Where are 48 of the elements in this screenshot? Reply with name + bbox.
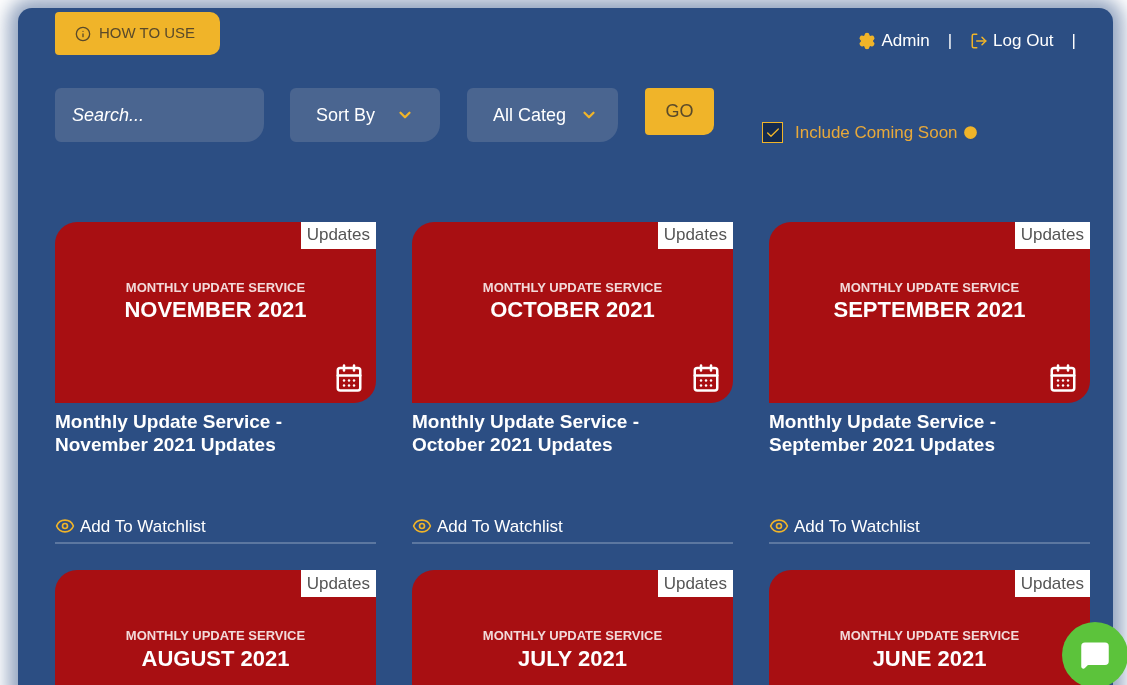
category-tag: Updates (1014, 221, 1090, 249)
banner-title: NOVEMBER 2021 (124, 297, 307, 323)
category-tag: Updates (1014, 570, 1090, 597)
thumbnail[interactable]: Updates MONTHLY UPDATE SERVICE NOVEMBER 2021 (55, 221, 376, 403)
go-button[interactable]: GO (645, 88, 714, 135)
category-tag: Updates (657, 570, 733, 597)
separator: | (1071, 30, 1076, 52)
banner-subtitle: MONTHLY UPDATE SERVICE (839, 278, 1020, 297)
banner-subtitle: MONTHLY UPDATE SERVICE (125, 278, 306, 297)
banner-subtitle: MONTHLY UPDATE SERVICE (125, 627, 306, 645)
settings-icon (858, 31, 877, 50)
watchlist-link[interactable]: Add To Watchlist (412, 513, 733, 544)
card-title[interactable]: Monthly Update Service - October 2021 Updates (412, 409, 733, 514)
category-dropdown[interactable]: All Categ (467, 88, 618, 142)
banner-title: SEPTEMBER 2021 (833, 297, 1026, 323)
thumbnail[interactable]: Updates MONTHLY UPDATE SERVICE SEPTEMBER 2021 (769, 221, 1090, 403)
card-title[interactable]: Monthly Update Service - November 2021 Updates (55, 409, 376, 514)
watchlist-link[interactable]: Add To Watchlist (769, 513, 1090, 544)
thumbnail[interactable]: Updates MONTHLY UPDATE SERVICE OCTOBER 2021 (412, 221, 733, 403)
banner-subtitle: MONTHLY UPDATE SERVICE (839, 627, 1020, 645)
search-field[interactable]: Search... (55, 88, 264, 142)
card-title[interactable]: Monthly Update Service - September 2021 Updates (769, 409, 1090, 514)
banner-title: JUNE 2021 (872, 645, 987, 672)
banner-subtitle: MONTHLY UPDATE SERVICE (482, 278, 663, 297)
thumbnail[interactable]: Updates MONTHLY UPDATE SERVICE AUGUST 2021 (55, 570, 376, 685)
banner-subtitle: MONTHLY UPDATE SERVICE (482, 627, 663, 645)
coming-soon-label: Include Coming Soon (795, 122, 958, 144)
calendar-icon (691, 362, 721, 393)
thumbnail[interactable]: Updates MONTHLY UPDATE SERVICE JULY 2021 (412, 570, 733, 685)
banner-title: JULY 2021 (518, 645, 627, 672)
calendar-icon (1048, 362, 1078, 393)
banner-title: OCTOBER 2021 (490, 297, 655, 323)
thumbnail[interactable]: Updates MONTHLY UPDATE SERVICE JUNE 2021 (769, 570, 1090, 685)
banner-title: AUGUST 2021 (141, 645, 290, 672)
logout-link[interactable]: Log Out (970, 28, 1054, 54)
calendar-icon (334, 362, 364, 393)
info-icon (75, 25, 91, 42)
watchlist-link[interactable]: Add To Watchlist (55, 513, 376, 544)
logout-icon (970, 31, 989, 50)
sort-dropdown[interactable]: Sort By (290, 88, 440, 142)
category-tag: Updates (300, 570, 376, 597)
category-tag: Updates (657, 221, 733, 249)
separator: | (947, 30, 953, 52)
chat-icon (1080, 640, 1110, 670)
checkbox[interactable] (762, 122, 783, 144)
category-tag: Updates (300, 221, 376, 249)
how-to-use-button[interactable]: HOW TO USE (55, 12, 220, 55)
admin-link[interactable]: Admin (858, 28, 930, 54)
